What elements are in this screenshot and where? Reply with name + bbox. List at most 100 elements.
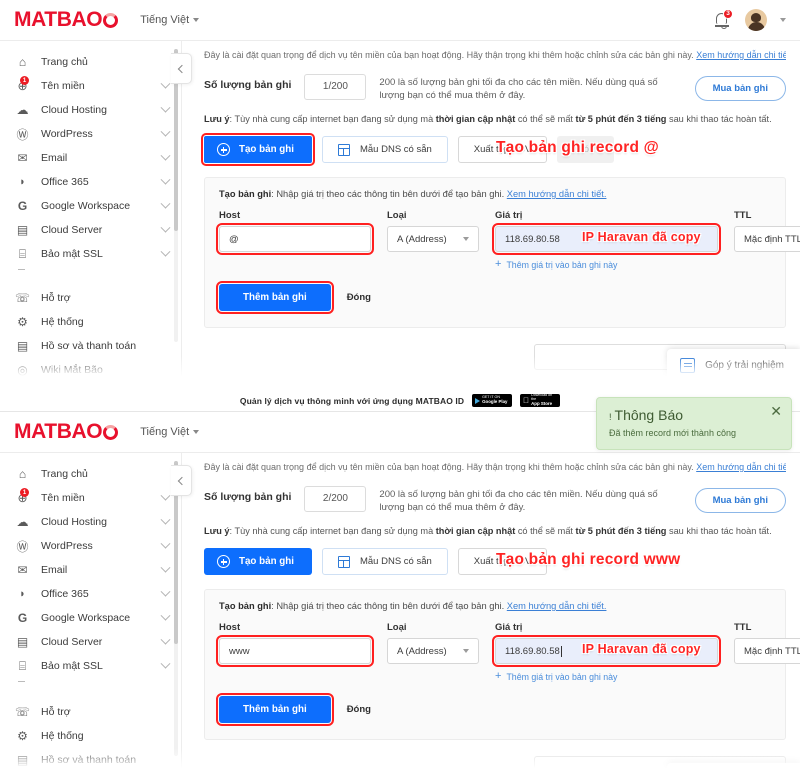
buy-records-button[interactable]: Mua bản ghi (694, 487, 786, 513)
sidebar-scrollbar[interactable] (174, 461, 178, 756)
sidebar-item-wordpress[interactable]: Ⓦ WordPress (0, 534, 181, 558)
type-label: Loại (387, 622, 407, 634)
language-selector[interactable]: Tiếng Việt (140, 14, 200, 26)
sidebar-item-he-thong[interactable]: ⚙ Hệ thống (0, 724, 181, 748)
sidebar-item-email[interactable]: ✉ Email (0, 558, 181, 582)
wordpress-icon: Ⓦ (16, 127, 29, 142)
submit-record-button[interactable]: Thêm bản ghi (216, 693, 334, 727)
sidebar-item-cloud-server[interactable]: ▤ Cloud Server (0, 218, 181, 242)
wiki-icon: ◎ (17, 363, 28, 377)
sidebar-scrollbar[interactable] (174, 49, 178, 342)
account-chevron-down-icon[interactable] (780, 18, 786, 22)
close-form-button[interactable]: Đóng (347, 292, 371, 303)
home-icon: ⌂ (18, 467, 27, 481)
form-guide-link[interactable]: Xem hướng dẫn chi tiết. (507, 189, 607, 199)
sidebar-item-label: Email (41, 564, 68, 576)
value-input-value: 118.69.80.58 (505, 645, 560, 657)
feedback-widget-bottom[interactable]: Góp ý trải nghiệm (667, 763, 800, 774)
app-store-badge[interactable]:  Download on the App Store (520, 394, 561, 407)
sidebar-collapse-button[interactable] (171, 465, 192, 496)
chevron-down-icon (463, 237, 469, 242)
annotation-create-record-at: Tạo bản ghi record @ (496, 139, 659, 157)
sidebar-item-cloud-hosting[interactable]: ☁ Cloud Hosting (0, 98, 181, 122)
add-value-link[interactable]: + Thêm giá trị vào bản ghi này (495, 671, 718, 682)
sidebar-item-ten-mien[interactable]: ⊕ 1 Tên miền (0, 74, 181, 98)
guide-link[interactable]: Xem hướng dẫn chi tiết. (696, 462, 786, 472)
host-input[interactable]: www (216, 635, 374, 668)
sidebar-item-label: Wiki Mắt Bão (41, 364, 103, 376)
google-icon: G (17, 611, 28, 625)
form-actions: Thêm bản ghi Đóng (216, 693, 771, 727)
record-action-bar: Tạo bản ghi Mẫu DNS có sẵn Xuất tệp CSV … (204, 548, 786, 576)
ttl-select[interactable]: Mặc định TTL (734, 226, 800, 253)
envelope-icon: ✉ (17, 563, 28, 577)
ttl-select[interactable]: Mặc định TTL (734, 638, 800, 665)
sidebar-item-ho-tro[interactable]: ☏ Hỗ trợ (0, 700, 181, 724)
sidebar-item-trang-chu[interactable]: ⌂ Trang chủ (0, 50, 181, 74)
app-store-label: App Store (525, 399, 552, 405)
sidebar-item-ho-so-thanh-toan[interactable]: ▤ Hồ sơ và thanh toán (0, 748, 181, 772)
dns-warning-notice: Đây là cài đặt quan trọng để dịch vụ tên… (204, 49, 786, 63)
dns-template-button[interactable]: Mẫu DNS có sẵn (321, 548, 448, 576)
sidebar-item-cloud-server[interactable]: ▤ Cloud Server (0, 630, 181, 654)
value-input[interactable]: 118.69.80.58 IP Haravan đã copy (492, 635, 721, 668)
dns-template-button[interactable]: Mẫu DNS có sẵn (321, 136, 448, 164)
sidebar-item-office-365[interactable]: ◗ Office 365 (0, 582, 181, 606)
add-value-link[interactable]: + Thêm giá trị vào bản ghi này (495, 259, 718, 270)
sidebar-item-label: Hỗ trợ (41, 706, 71, 718)
chevron-down-icon (160, 222, 171, 233)
sidebar-item-wiki[interactable]: ◎ Wiki Mắt Bão (0, 358, 181, 382)
type-select[interactable]: A (Address) (387, 638, 479, 665)
sidebar-item-trang-chu[interactable]: ⌂ Trang chủ (0, 462, 181, 486)
sidebar-item-he-thong[interactable]: ⚙ Hệ thống (0, 310, 181, 334)
type-select[interactable]: A (Address) (387, 226, 479, 253)
google-play-label: Google Play (482, 399, 508, 405)
form-guide-link[interactable]: Xem hướng dẫn chi tiết. (507, 601, 607, 611)
create-record-button[interactable]: Tạo bản ghi (201, 133, 315, 167)
template-grid-icon (337, 555, 350, 568)
language-selector[interactable]: Tiếng Việt (140, 426, 200, 438)
sidebar-item-wordpress[interactable]: Ⓦ WordPress (0, 122, 181, 146)
create-record-button[interactable]: Tạo bản ghi (204, 548, 312, 576)
sidebar-item-cloud-hosting[interactable]: ☁ Cloud Hosting (0, 510, 181, 534)
host-input-value: @ (229, 233, 239, 245)
value-label: Giá trị (495, 622, 523, 634)
form-actions: Thêm bản ghi Đóng (216, 281, 771, 315)
sidebar-item-ho-tro[interactable]: ☏ Hỗ trợ (0, 286, 181, 310)
chevron-down-icon (160, 78, 171, 89)
sidebar-item-email[interactable]: ✉ Email (0, 146, 181, 170)
google-play-badge[interactable]: GET IT ON Google Play (472, 394, 513, 407)
sidebar-item-bao-mat-ssl[interactable]: ⌸ Bảo mật SSL (0, 242, 181, 266)
create-record-form-bottom: Tạo bản ghi: Nhập giá trị theo các thông… (204, 589, 800, 741)
matbao-logo[interactable]: MATBAO (14, 8, 119, 32)
field-type: Loại A (Address) (387, 622, 479, 665)
host-input[interactable]: @ (216, 223, 374, 256)
guide-link[interactable]: Xem hướng dẫn chi tiết. (696, 50, 786, 60)
submit-record-label: Thêm bản ghi (243, 292, 307, 304)
sidebar-item-ho-so-thanh-toan[interactable]: ▤ Hồ sơ và thanh toán (0, 334, 181, 358)
avatar[interactable] (745, 9, 767, 31)
main-content-top: Đây là cài đặt quan trọng để dịch vụ tên… (182, 41, 800, 382)
buy-records-button[interactable]: Mua bản ghi (694, 75, 786, 101)
office-icon: ◗ (19, 588, 26, 600)
sidebar-collapse-button[interactable] (171, 53, 192, 84)
sidebar-item-bao-mat-ssl[interactable]: ⌸ Bảo mật SSL (0, 654, 181, 678)
sidebar-item-google-workspace[interactable]: G Google Workspace (0, 606, 181, 630)
form-instruction: Tạo bản ghi: Nhập giá trị theo các thông… (219, 601, 771, 611)
sidebar-item-google-workspace[interactable]: G Google Workspace (0, 194, 181, 218)
matbao-logo[interactable]: MATBAO (14, 420, 119, 444)
note-bold-1: thời gian cập nhật (435, 526, 516, 537)
submit-record-button[interactable]: Thêm bản ghi (216, 281, 334, 315)
feedback-widget-top[interactable]: Góp ý trải nghiệm (667, 349, 800, 382)
form-instruction-text: : Nhập giá trị theo các thông tin bên dư… (271, 601, 507, 612)
logo-text: MATBAO (14, 8, 103, 31)
notifications-bell-button[interactable]: 3 (714, 8, 733, 30)
toast-exclamation-icon: ! (609, 412, 612, 422)
sidebar-item-office-365[interactable]: ◗ Office 365 (0, 170, 181, 194)
value-input[interactable]: 118.69.80.58 IP Haravan đã copy (492, 223, 721, 256)
form-fields: Host @ Loại A (Address) Giá trị 118.69.8… (216, 210, 800, 270)
close-icon[interactable]: ✕ (770, 404, 782, 418)
sidebar-item-ten-mien[interactable]: ⊕ 1 Tên miền (0, 486, 181, 510)
record-action-bar: Tạo bản ghi Mẫu DNS có sẵn Xuất tệp CSV … (201, 133, 786, 167)
close-form-button[interactable]: Đóng (347, 704, 371, 715)
